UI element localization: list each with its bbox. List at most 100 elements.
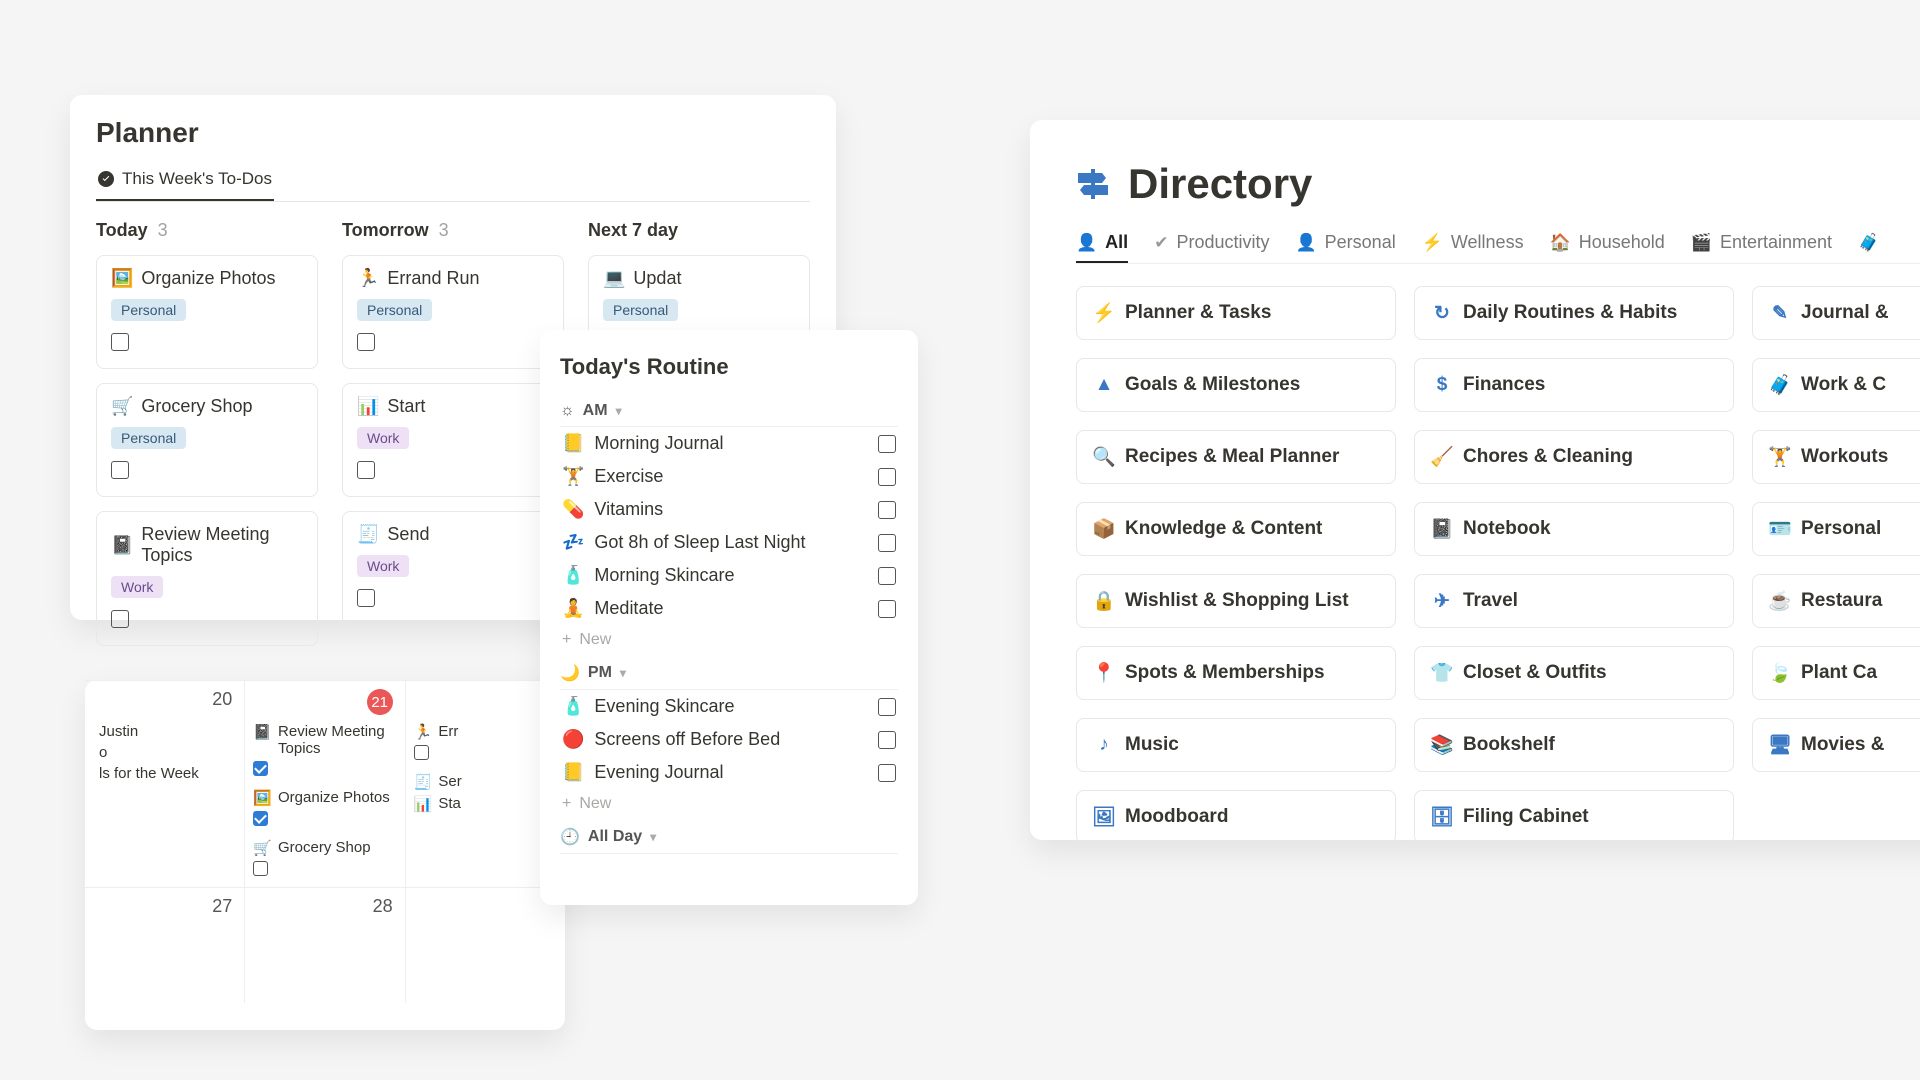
directory-item[interactable]: ✎Journal & <box>1752 286 1920 340</box>
group-icon: 🌙 <box>560 663 580 683</box>
directory-item[interactable]: 🧹Chores & Cleaning <box>1414 430 1734 484</box>
task-card[interactable]: 🧾Send Work <box>342 511 564 625</box>
column-title: Next 7 day <box>588 220 678 241</box>
task-checkbox[interactable] <box>357 589 375 607</box>
item-icon: ☕ <box>1771 589 1789 613</box>
directory-item[interactable]: ▲Goals & Milestones <box>1076 358 1396 412</box>
directory-item[interactable]: 🧳Work & C <box>1752 358 1920 412</box>
entry-label: Ser <box>438 773 461 790</box>
calendar-entry[interactable]: Justin <box>85 721 244 742</box>
tab-icon: 👤 <box>1076 233 1097 253</box>
routine-checkbox[interactable] <box>878 435 896 453</box>
directory-item[interactable]: ☕Restaura <box>1752 574 1920 628</box>
directory-item[interactable]: 🪪Personal <box>1752 502 1920 556</box>
routine-item[interactable]: 📒Morning Journal <box>560 427 898 460</box>
directory-item[interactable]: 🔒Wishlist & Shopping List <box>1076 574 1396 628</box>
directory-item[interactable]: 👕Closet & Outfits <box>1414 646 1734 700</box>
calendar-entry[interactable]: 🖼️Organize Photos <box>245 787 404 809</box>
directory-item[interactable]: 🔍Recipes & Meal Planner <box>1076 430 1396 484</box>
directory-item[interactable]: ⚡Planner & Tasks <box>1076 286 1396 340</box>
item-icon: 🍃 <box>1771 661 1789 685</box>
item-icon: 📚 <box>1433 733 1451 757</box>
task-checkbox[interactable] <box>111 610 129 628</box>
task-checkbox[interactable] <box>357 333 375 351</box>
directory-item[interactable]: 📓Notebook <box>1414 502 1734 556</box>
directory-item[interactable]: 🏋Workouts <box>1752 430 1920 484</box>
routine-item[interactable]: 📒Evening Journal <box>560 756 898 789</box>
calendar-cell[interactable] <box>406 888 565 1003</box>
item-icon: 🏋 <box>1771 445 1789 469</box>
tab-label: Wellness <box>1451 232 1524 253</box>
routine-item[interactable]: 🧴Evening Skincare <box>560 690 898 723</box>
routine-checkbox[interactable] <box>878 567 896 585</box>
routine-item[interactable]: 💤Got 8h of Sleep Last Night <box>560 526 898 559</box>
directory-item[interactable]: ✈Travel <box>1414 574 1734 628</box>
routine-group-header[interactable]: 🕘All Day▾ <box>560 819 898 854</box>
calendar-cell[interactable]: 21📓Review Meeting Topics🖼️Organize Photo… <box>245 681 405 887</box>
task-card[interactable]: 🖼️Organize Photos Personal <box>96 255 318 369</box>
tab-this-weeks-todos[interactable]: This Week's To-Dos <box>96 163 274 201</box>
task-checkbox[interactable] <box>357 461 375 479</box>
routine-checkbox[interactable] <box>878 731 896 749</box>
task-tag: Personal <box>357 299 432 321</box>
routine-item[interactable]: 🔴Screens off Before Bed <box>560 723 898 756</box>
entry-checkbox[interactable] <box>253 861 268 876</box>
entry-checkbox[interactable] <box>414 745 429 760</box>
task-card[interactable]: 🛒Grocery Shop Personal <box>96 383 318 497</box>
tab-icon: ✔ <box>1154 233 1168 253</box>
directory-tab[interactable]: ⚡ Wellness <box>1422 232 1524 253</box>
directory-item[interactable]: 🖥Movies & <box>1752 718 1920 772</box>
task-card[interactable]: 📊Start Work <box>342 383 564 497</box>
directory-item[interactable]: ↻Daily Routines & Habits <box>1414 286 1734 340</box>
calendar-cell[interactable]: 28 <box>245 888 405 1003</box>
routine-checkbox[interactable] <box>878 534 896 552</box>
routine-checkbox[interactable] <box>878 501 896 519</box>
item-label: Closet & Outfits <box>1463 662 1607 684</box>
routine-checkbox[interactable] <box>878 764 896 782</box>
routine-checkbox[interactable] <box>878 698 896 716</box>
directory-tab-more[interactable]: 🧳 <box>1858 232 1879 253</box>
directory-tab[interactable]: 🏠Household <box>1550 232 1665 253</box>
add-new-button[interactable]: +New <box>560 789 898 819</box>
entry-checkbox[interactable] <box>253 811 268 826</box>
directory-item[interactable]: 🍃Plant Ca <box>1752 646 1920 700</box>
chevron-down-icon: ▾ <box>650 830 656 844</box>
task-checkbox[interactable] <box>111 461 129 479</box>
task-checkbox[interactable] <box>111 333 129 351</box>
calendar-cell[interactable]: 27 <box>85 888 245 1003</box>
item-label: Finances <box>1463 374 1545 396</box>
directory-item[interactable]: 📍Spots & Memberships <box>1076 646 1396 700</box>
routine-item[interactable]: 💊Vitamins <box>560 493 898 526</box>
directory-tab[interactable]: 🎬Entertainment <box>1691 232 1832 253</box>
planner-column: Tomorrow3 🏃Errand Run Personal 📊Start Wo… <box>342 220 564 660</box>
routine-item[interactable]: 🏋️Exercise <box>560 460 898 493</box>
routine-checkbox[interactable] <box>878 600 896 618</box>
tab-label: All <box>1105 232 1128 253</box>
directory-item[interactable]: 🖼Moodboard <box>1076 790 1396 844</box>
directory-item[interactable]: 📦Knowledge & Content <box>1076 502 1396 556</box>
directory-item[interactable]: $Finances <box>1414 358 1734 412</box>
directory-item[interactable]: 🗄Filing Cabinet <box>1414 790 1734 844</box>
directory-tab[interactable]: 👤Personal <box>1295 232 1395 253</box>
entry-checkbox[interactable] <box>253 761 268 776</box>
calendar-entry[interactable]: 📓Review Meeting Topics <box>245 721 404 759</box>
calendar-entry[interactable]: o <box>85 742 244 763</box>
routine-item[interactable]: 🧘Meditate <box>560 592 898 625</box>
directory-tab[interactable]: ✔Productivity <box>1154 232 1269 253</box>
calendar-cell[interactable]: 20Justinols for the Week <box>85 681 245 887</box>
directory-tab[interactable]: 👤 All <box>1076 232 1128 263</box>
add-new-button[interactable]: +New <box>560 625 898 655</box>
item-label: Personal <box>1801 518 1881 540</box>
directory-item[interactable]: 📚Bookshelf <box>1414 718 1734 772</box>
tab-icon: ⚡ <box>1422 233 1443 253</box>
routine-checkbox[interactable] <box>878 468 896 486</box>
routine-group-header[interactable]: 🌙PM▾ <box>560 655 898 690</box>
item-label: Journal & <box>1801 302 1889 324</box>
routine-item[interactable]: 🧴Morning Skincare <box>560 559 898 592</box>
routine-group-header[interactable]: ☼AM▾ <box>560 394 898 427</box>
calendar-entry[interactable]: 🛒Grocery Shop <box>245 837 404 859</box>
task-card[interactable]: 📓Review Meeting Topics Work <box>96 511 318 646</box>
task-card[interactable]: 🏃Errand Run Personal <box>342 255 564 369</box>
calendar-entry[interactable]: ls for the Week <box>85 763 244 784</box>
directory-item[interactable]: ♪Music <box>1076 718 1396 772</box>
